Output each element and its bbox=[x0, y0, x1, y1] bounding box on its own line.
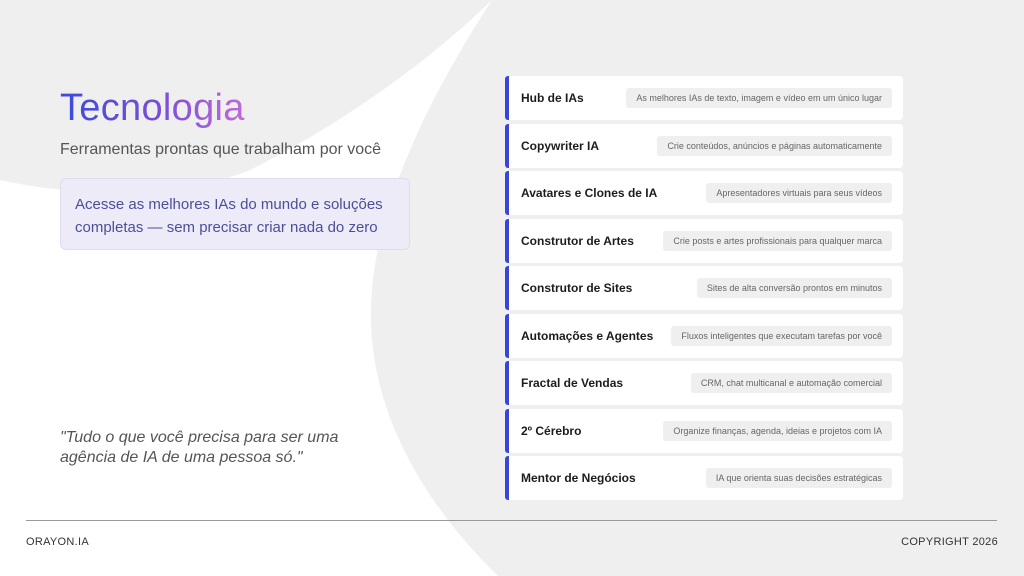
callout-line-1: Acesse as melhores IAs do mundo e soluçõ… bbox=[75, 196, 383, 213]
tool-description: Sites de alta conversão prontos em minut… bbox=[696, 278, 892, 298]
tool-description: As melhores IAs de texto, imagem e vídeo… bbox=[626, 88, 892, 108]
tool-card-copywriter-ia: Copywriter IA Crie conteúdos, anúncios e… bbox=[505, 123, 903, 168]
tool-card-fractal-de-vendas: Fractal de Vendas CRM, chat multicanal e… bbox=[505, 361, 903, 405]
tool-title: Construtor de Artes bbox=[521, 233, 634, 248]
tool-card-construtor-de-sites: Construtor de Sites Sites de alta conver… bbox=[505, 266, 903, 310]
tool-title: Copywriter IA bbox=[521, 138, 600, 153]
tool-title: Construtor de Sites bbox=[521, 281, 633, 295]
tool-title: Hub de IAs bbox=[521, 91, 584, 105]
tool-description: Apresentadores virtuais para seus vídeos bbox=[706, 183, 892, 203]
tool-description: Organize finanças, agenda, ideias e proj… bbox=[663, 420, 892, 441]
tool-description: Crie conteúdos, anúncios e páginas autom… bbox=[657, 135, 892, 156]
tool-card-avatares: Avatares e Clones de IA Apresentadores v… bbox=[505, 171, 903, 215]
highlight-callout: Acesse as melhores IAs do mundo e soluçõ… bbox=[60, 178, 410, 250]
page-title: Tecnologia bbox=[60, 87, 245, 129]
tool-description: CRM, chat multicanal e automação comerci… bbox=[690, 373, 892, 393]
page-subtitle: Ferramentas prontas que trabalham por vo… bbox=[60, 141, 382, 158]
tool-card-construtor-de-artes: Construtor de Artes Crie posts e artes p… bbox=[505, 218, 903, 263]
tools-list: Hub de IAs As melhores IAs de texto, ima… bbox=[505, 76, 903, 504]
callout-line-2: completas — sem precisar criar nada do z… bbox=[75, 219, 378, 236]
footer-copyright: COPYRIGHT 2026 bbox=[901, 536, 998, 548]
tool-card-automacoes: Automações e Agentes Fluxos inteligentes… bbox=[505, 313, 903, 358]
tool-description: IA que orienta suas decisões estratégica… bbox=[705, 468, 892, 488]
tool-description: Crie posts e artes profissionais para qu… bbox=[663, 230, 892, 251]
footer-divider bbox=[26, 520, 997, 521]
tool-title: Fractal de Vendas bbox=[521, 376, 624, 390]
tool-title: Automações e Agentes bbox=[521, 328, 654, 343]
tool-description: Fluxos inteligentes que executam tarefas… bbox=[671, 325, 892, 346]
tool-title: 2º Cérebro bbox=[521, 423, 582, 438]
tool-title: Avatares e Clones de IA bbox=[521, 186, 658, 200]
quote: "Tudo o que você precisa para ser uma ag… bbox=[60, 428, 390, 468]
footer-brand: ORAYON.IA bbox=[26, 536, 90, 548]
quote-line-2: agência de IA de uma pessoa só." bbox=[60, 449, 303, 466]
quote-line-1: "Tudo o que você precisa para ser uma bbox=[60, 429, 339, 446]
tool-card-mentor-de-negocios: Mentor de Negócios IA que orienta suas d… bbox=[505, 456, 903, 500]
tool-title: Mentor de Negócios bbox=[521, 471, 636, 485]
tool-card-hub-de-ias: Hub de IAs As melhores IAs de texto, ima… bbox=[505, 76, 903, 120]
tool-card-segundo-cerebro: 2º Cérebro Organize finanças, agenda, id… bbox=[505, 408, 903, 453]
